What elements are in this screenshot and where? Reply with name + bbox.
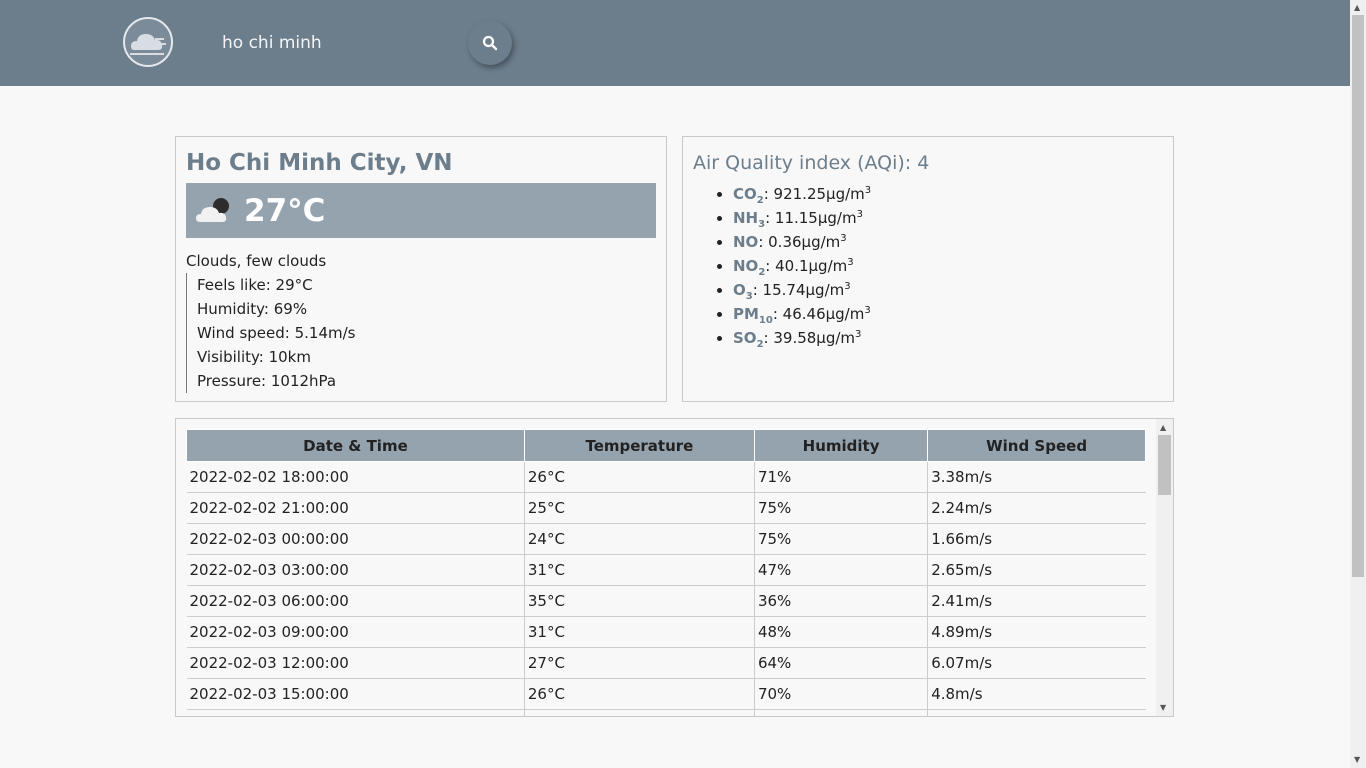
table-row: 2022-02-02 18:00:00 26°C 71% 3.38m/s — [186, 461, 1146, 493]
current-temperature: 27°C — [244, 192, 326, 229]
cell-humidity: 70% — [754, 678, 929, 710]
cell-humidity: 64% — [754, 647, 929, 679]
cell-temperature: 26°C — [524, 461, 755, 493]
cell-datetime: 2022-02-02 21:00:00 — [186, 492, 525, 524]
cell-wind-speed: 2.65m/s — [927, 554, 1146, 586]
cell-temperature: 31°C — [524, 616, 755, 648]
cell-wind-speed: 2.41m/s — [927, 585, 1146, 617]
cell-humidity: 47% — [754, 554, 929, 586]
column-header-humidity[interactable]: Humidity — [753, 429, 929, 462]
table-header-row: Date & Time Temperature Humidity Wind Sp… — [186, 429, 1146, 462]
cell-temperature: 26°C — [524, 678, 755, 710]
pollutant-no2: NO2: 40.1µg/m3 — [733, 254, 1163, 278]
weather-description: Clouds, few clouds — [186, 252, 327, 270]
cell-wind-speed — [927, 709, 1146, 716]
cell-temperature: 25°C — [524, 492, 755, 524]
search-input[interactable] — [212, 27, 472, 59]
cell-datetime: 2022-02-03 12:00:00 — [186, 647, 525, 679]
cell-temperature: 27°C — [524, 647, 755, 679]
cell-wind-speed: 1.66m/s — [927, 523, 1146, 555]
cell-datetime: 2022-02-03 15:00:00 — [186, 678, 525, 710]
pollutant-co2: CO2: 921.25µg/m3 — [733, 182, 1163, 206]
table-scroll-down-icon[interactable]: ▼ — [1160, 703, 1166, 713]
top-bar — [0, 0, 1350, 86]
cell-datetime — [186, 709, 525, 716]
cell-humidity: 75% — [754, 492, 929, 524]
cloud-night-icon — [196, 197, 229, 222]
cell-humidity: 36% — [754, 585, 929, 617]
city-title: Ho Chi Minh City, VN — [186, 150, 453, 176]
cell-humidity: 71% — [754, 461, 929, 493]
current-weather-card: Ho Chi Minh City, VN 27°C Clouds, few cl… — [175, 136, 667, 402]
cell-humidity: 75% — [754, 523, 929, 555]
cell-wind-speed: 6.07m/s — [927, 647, 1146, 679]
cell-temperature — [524, 709, 755, 716]
cell-datetime: 2022-02-03 00:00:00 — [186, 523, 525, 555]
table-row: 2022-02-03 03:00:00 31°C 47% 2.65m/s — [186, 554, 1146, 586]
cell-datetime: 2022-02-03 06:00:00 — [186, 585, 525, 617]
cell-temperature: 35°C — [524, 585, 755, 617]
forecast-table-card[interactable]: Date & Time Temperature Humidity Wind Sp… — [175, 418, 1174, 717]
cell-datetime: 2022-02-02 18:00:00 — [186, 461, 525, 493]
cell-temperature: 31°C — [524, 554, 755, 586]
forecast-table: Date & Time Temperature Humidity Wind Sp… — [186, 429, 1146, 716]
table-scrollbar-thumb[interactable] — [1158, 435, 1171, 495]
table-row: 2022-02-03 15:00:00 26°C 70% 4.8m/s — [186, 678, 1146, 710]
table-row — [186, 709, 1146, 716]
column-header-wind-speed[interactable]: Wind Speed — [927, 429, 1146, 462]
cell-wind-speed: 2.24m/s — [927, 492, 1146, 524]
pollutant-no: NO: 0.36µg/m3 — [733, 230, 1163, 254]
cell-datetime: 2022-02-03 03:00:00 — [186, 554, 525, 586]
pollutant-o3: O3: 15.74µg/m3 — [733, 278, 1163, 302]
cell-datetime: 2022-02-03 09:00:00 — [186, 616, 525, 648]
cell-wind-speed: 3.38m/s — [927, 461, 1146, 493]
table-scroll-up-icon[interactable]: ▲ — [1160, 423, 1166, 433]
page-scroll-up-icon[interactable]: ▲ — [1354, 3, 1360, 13]
pollutant-so2: SO2: 39.58µg/m3 — [733, 326, 1163, 350]
page-scrollbar-thumb[interactable] — [1352, 15, 1364, 577]
cell-humidity — [754, 709, 929, 716]
pollutant-pm10: PM10: 46.46µg/m3 — [733, 302, 1163, 326]
cell-humidity: 48% — [754, 616, 929, 648]
search-icon — [482, 35, 498, 51]
search-button[interactable] — [468, 21, 512, 65]
humidity: Humidity: 69% — [197, 300, 308, 318]
column-header-temperature[interactable]: Temperature — [523, 429, 755, 462]
pollutant-nh3: NH3: 11.15µg/m3 — [733, 206, 1163, 230]
feels-like: Feels like: 29°C — [197, 276, 313, 294]
page-scroll-down-icon[interactable]: ▼ — [1354, 755, 1360, 765]
table-row: 2022-02-03 00:00:00 24°C 75% 1.66m/s — [186, 523, 1146, 555]
wind-speed: Wind speed: 5.14m/s — [197, 324, 356, 342]
table-row: 2022-02-03 12:00:00 27°C 64% 6.07m/s — [186, 647, 1146, 679]
cell-wind-speed: 4.8m/s — [927, 678, 1146, 710]
cell-temperature: 24°C — [524, 523, 755, 555]
cell-wind-speed: 4.89m/s — [927, 616, 1146, 648]
temperature-band: 27°C — [186, 183, 656, 238]
pressure: Pressure: 1012hPa — [197, 372, 337, 390]
weather-details: Feels like: 29°C Humidity: 69% Wind spee… — [186, 273, 656, 393]
table-row: 2022-02-03 09:00:00 31°C 48% 4.89m/s — [186, 616, 1146, 648]
table-row: 2022-02-03 06:00:00 35°C 36% 2.41m/s — [186, 585, 1146, 617]
air-quality-card: Air Quality index (AQi): 4 CO2: 921.25µg… — [682, 136, 1174, 402]
pollutant-list: CO2: 921.25µg/m3 NH3: 11.15µg/m3 NO: 0.3… — [693, 182, 1163, 350]
cloud-wind-logo[interactable] — [123, 17, 173, 67]
column-header-datetime[interactable]: Date & Time — [186, 429, 525, 462]
table-row: 2022-02-02 21:00:00 25°C 75% 2.24m/s — [186, 492, 1146, 524]
aqi-title: Air Quality index (AQi): 4 — [693, 152, 930, 174]
visibility: Visibility: 10km — [197, 348, 311, 366]
